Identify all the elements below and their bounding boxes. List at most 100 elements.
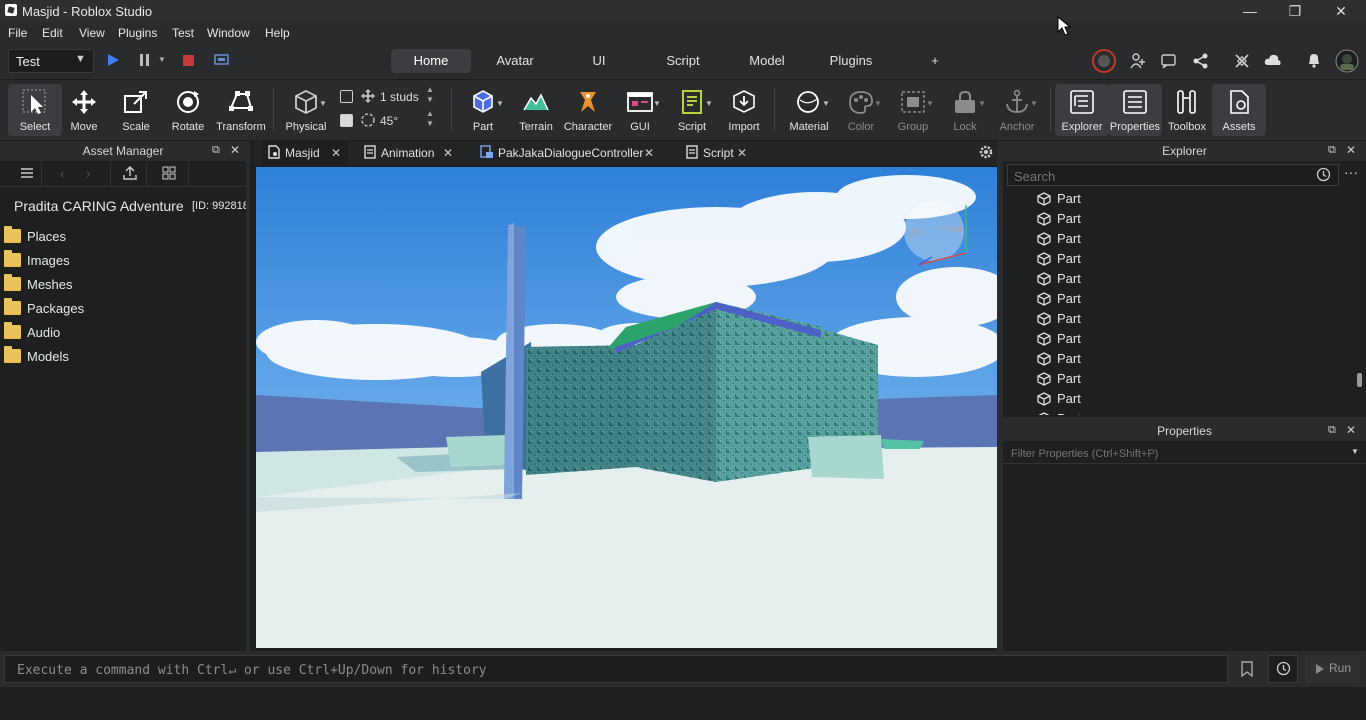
studio-extras-icon[interactable] bbox=[1233, 52, 1251, 70]
close-tab-icon[interactable]: ✕ bbox=[443, 143, 453, 163]
undock-icon[interactable]: ⧉ bbox=[1328, 424, 1336, 437]
group-dropdown-chevron-icon[interactable]: ▼ bbox=[926, 99, 934, 108]
notifications-bell-icon[interactable] bbox=[1306, 51, 1322, 69]
explorer-tree-item[interactable]: Part bbox=[1037, 209, 1337, 229]
maximize-button[interactable]: ❐ bbox=[1272, 0, 1318, 22]
folder-meshes[interactable]: Meshes bbox=[4, 273, 244, 297]
explorer-tree-item[interactable]: Part bbox=[1037, 329, 1337, 349]
menu-icon[interactable] bbox=[20, 166, 34, 180]
rotate-tool-button[interactable]: Rotate bbox=[161, 84, 215, 136]
stepper-arrows-icon[interactable]: ▲ ▼ bbox=[426, 85, 434, 105]
transform-tool-button[interactable]: Transform bbox=[214, 84, 268, 136]
tab-model[interactable]: Model bbox=[734, 49, 800, 73]
profile-avatar-icon[interactable] bbox=[1335, 49, 1359, 73]
explorer-tree-item[interactable]: Part bbox=[1037, 229, 1337, 249]
physical-dropdown-chevron-icon[interactable]: ▼ bbox=[319, 99, 327, 108]
close-tab-icon[interactable]: ✕ bbox=[331, 143, 341, 163]
add-tab-button[interactable]: + bbox=[922, 49, 948, 73]
pause-options-chevron-icon[interactable]: ▼ bbox=[158, 55, 166, 64]
play-icon[interactable] bbox=[106, 53, 120, 67]
menu-plugins[interactable]: Plugins bbox=[118, 26, 157, 40]
doc-tab-script[interactable]: Script ✕ bbox=[680, 141, 760, 165]
menu-edit[interactable]: Edit bbox=[42, 26, 63, 40]
part-dropdown-chevron-icon[interactable]: ▼ bbox=[496, 99, 504, 108]
explorer-tree-item[interactable]: Part bbox=[1037, 189, 1337, 209]
folder-images[interactable]: Images bbox=[4, 249, 244, 273]
tab-avatar[interactable]: Avatar bbox=[480, 49, 550, 73]
3d-viewport[interactable]: ight Front bbox=[256, 167, 997, 648]
folder-places[interactable]: Places bbox=[4, 225, 244, 249]
more-options-icon[interactable]: ··· bbox=[1341, 165, 1361, 185]
move-snap-checkbox[interactable] bbox=[340, 90, 353, 103]
explorer-tree-item[interactable]: Part bbox=[1037, 269, 1337, 289]
properties-filter-input[interactable] bbox=[1009, 445, 1343, 463]
pause-icon[interactable] bbox=[138, 53, 152, 67]
explorer-tree-item[interactable]: Part bbox=[1037, 409, 1337, 415]
close-window-button[interactable]: ✕ bbox=[1318, 0, 1364, 22]
upload-icon[interactable] bbox=[123, 166, 137, 180]
bookmark-icon[interactable] bbox=[1240, 661, 1254, 677]
menu-file[interactable]: File bbox=[8, 26, 27, 40]
stepper-arrows-icon[interactable]: ▲ ▼ bbox=[426, 109, 434, 129]
tab-script[interactable]: Script bbox=[650, 49, 716, 73]
close-panel-icon[interactable]: ✕ bbox=[1346, 143, 1356, 157]
forward-arrow-icon[interactable]: › bbox=[86, 166, 90, 181]
close-panel-icon[interactable]: ✕ bbox=[230, 143, 240, 157]
folder-models[interactable]: Models bbox=[4, 345, 244, 369]
avatar-icon[interactable] bbox=[1092, 49, 1116, 73]
share-icon[interactable] bbox=[1192, 52, 1210, 70]
assets-toggle-button[interactable]: Assets bbox=[1212, 84, 1266, 136]
tab-home[interactable]: Home bbox=[391, 49, 471, 73]
collaborators-icon[interactable] bbox=[1129, 52, 1147, 70]
move-step-stepper[interactable]: 1 studs ▲ ▼ bbox=[356, 85, 442, 107]
command-history-button[interactable] bbox=[1268, 655, 1298, 683]
color-dropdown-chevron-icon[interactable]: ▼ bbox=[874, 99, 882, 108]
run-button[interactable]: Run bbox=[1305, 655, 1360, 683]
lock-dropdown-chevron-icon[interactable]: ▼ bbox=[978, 99, 986, 108]
menu-help[interactable]: Help bbox=[265, 26, 290, 40]
explorer-search-input[interactable] bbox=[1012, 167, 1306, 185]
chat-icon[interactable] bbox=[1160, 52, 1178, 70]
close-tab-icon[interactable]: ✕ bbox=[644, 143, 654, 163]
tab-ui[interactable]: UI bbox=[574, 49, 624, 73]
client-server-icon[interactable] bbox=[214, 53, 230, 67]
explorer-tree-item[interactable]: Part bbox=[1037, 249, 1337, 269]
script-dropdown-chevron-icon[interactable]: ▼ bbox=[705, 99, 713, 108]
back-arrow-icon[interactable]: ‹ bbox=[60, 166, 64, 181]
menu-window[interactable]: Window bbox=[207, 26, 250, 40]
explorer-scrollbar-thumb[interactable] bbox=[1357, 373, 1362, 387]
folder-audio[interactable]: Audio bbox=[4, 321, 244, 345]
explorer-tree-item[interactable]: Part bbox=[1037, 289, 1337, 309]
gui-dropdown-chevron-icon[interactable]: ▼ bbox=[653, 99, 661, 108]
doc-tab-pakjaka[interactable]: PakJakaDialogueController ✕ bbox=[476, 141, 662, 165]
doc-tab-animation[interactable]: Animation ✕ bbox=[358, 141, 464, 165]
doc-tab-masjid[interactable]: Masjid ✕ bbox=[262, 141, 348, 165]
explorer-tree-item[interactable]: Part bbox=[1037, 389, 1337, 409]
anchor-button[interactable]: ▼ Anchor bbox=[990, 84, 1044, 136]
tab-plugins[interactable]: Plugins bbox=[818, 49, 884, 73]
history-icon[interactable] bbox=[1316, 167, 1331, 182]
undock-icon[interactable]: ⧉ bbox=[212, 144, 220, 157]
command-input[interactable] bbox=[15, 660, 1219, 680]
anchor-dropdown-chevron-icon[interactable]: ▼ bbox=[1030, 99, 1038, 108]
undock-icon[interactable]: ⧉ bbox=[1328, 144, 1336, 157]
close-panel-icon[interactable]: ✕ bbox=[1346, 423, 1356, 437]
explorer-tree-item[interactable]: Part bbox=[1037, 369, 1337, 389]
import-button[interactable]: Import bbox=[717, 84, 771, 136]
explorer-tree-item[interactable]: Part bbox=[1037, 309, 1337, 329]
explorer-tree-item[interactable]: Part bbox=[1037, 349, 1337, 369]
close-tab-icon[interactable]: ✕ bbox=[737, 143, 747, 163]
viewport-settings-gear-icon[interactable] bbox=[978, 144, 994, 160]
explorer-toggle-button[interactable]: Explorer bbox=[1055, 84, 1109, 136]
mode-select[interactable]: Test ▼ bbox=[8, 49, 94, 73]
grid-view-icon[interactable] bbox=[162, 166, 176, 180]
filter-dropdown-chevron-icon[interactable]: ▼ bbox=[1351, 447, 1359, 456]
part-button[interactable]: ▼ Part bbox=[456, 84, 510, 136]
physical-mode-button[interactable]: ▼ Physical bbox=[279, 84, 333, 136]
menu-test[interactable]: Test bbox=[172, 26, 194, 40]
rotate-step-stepper[interactable]: 45° ▲ ▼ bbox=[356, 109, 442, 131]
cloud-icon[interactable] bbox=[1264, 53, 1282, 67]
stop-icon[interactable] bbox=[182, 54, 195, 67]
rotate-snap-checkbox[interactable] bbox=[340, 114, 353, 127]
minimize-button[interactable]: — bbox=[1227, 0, 1273, 22]
